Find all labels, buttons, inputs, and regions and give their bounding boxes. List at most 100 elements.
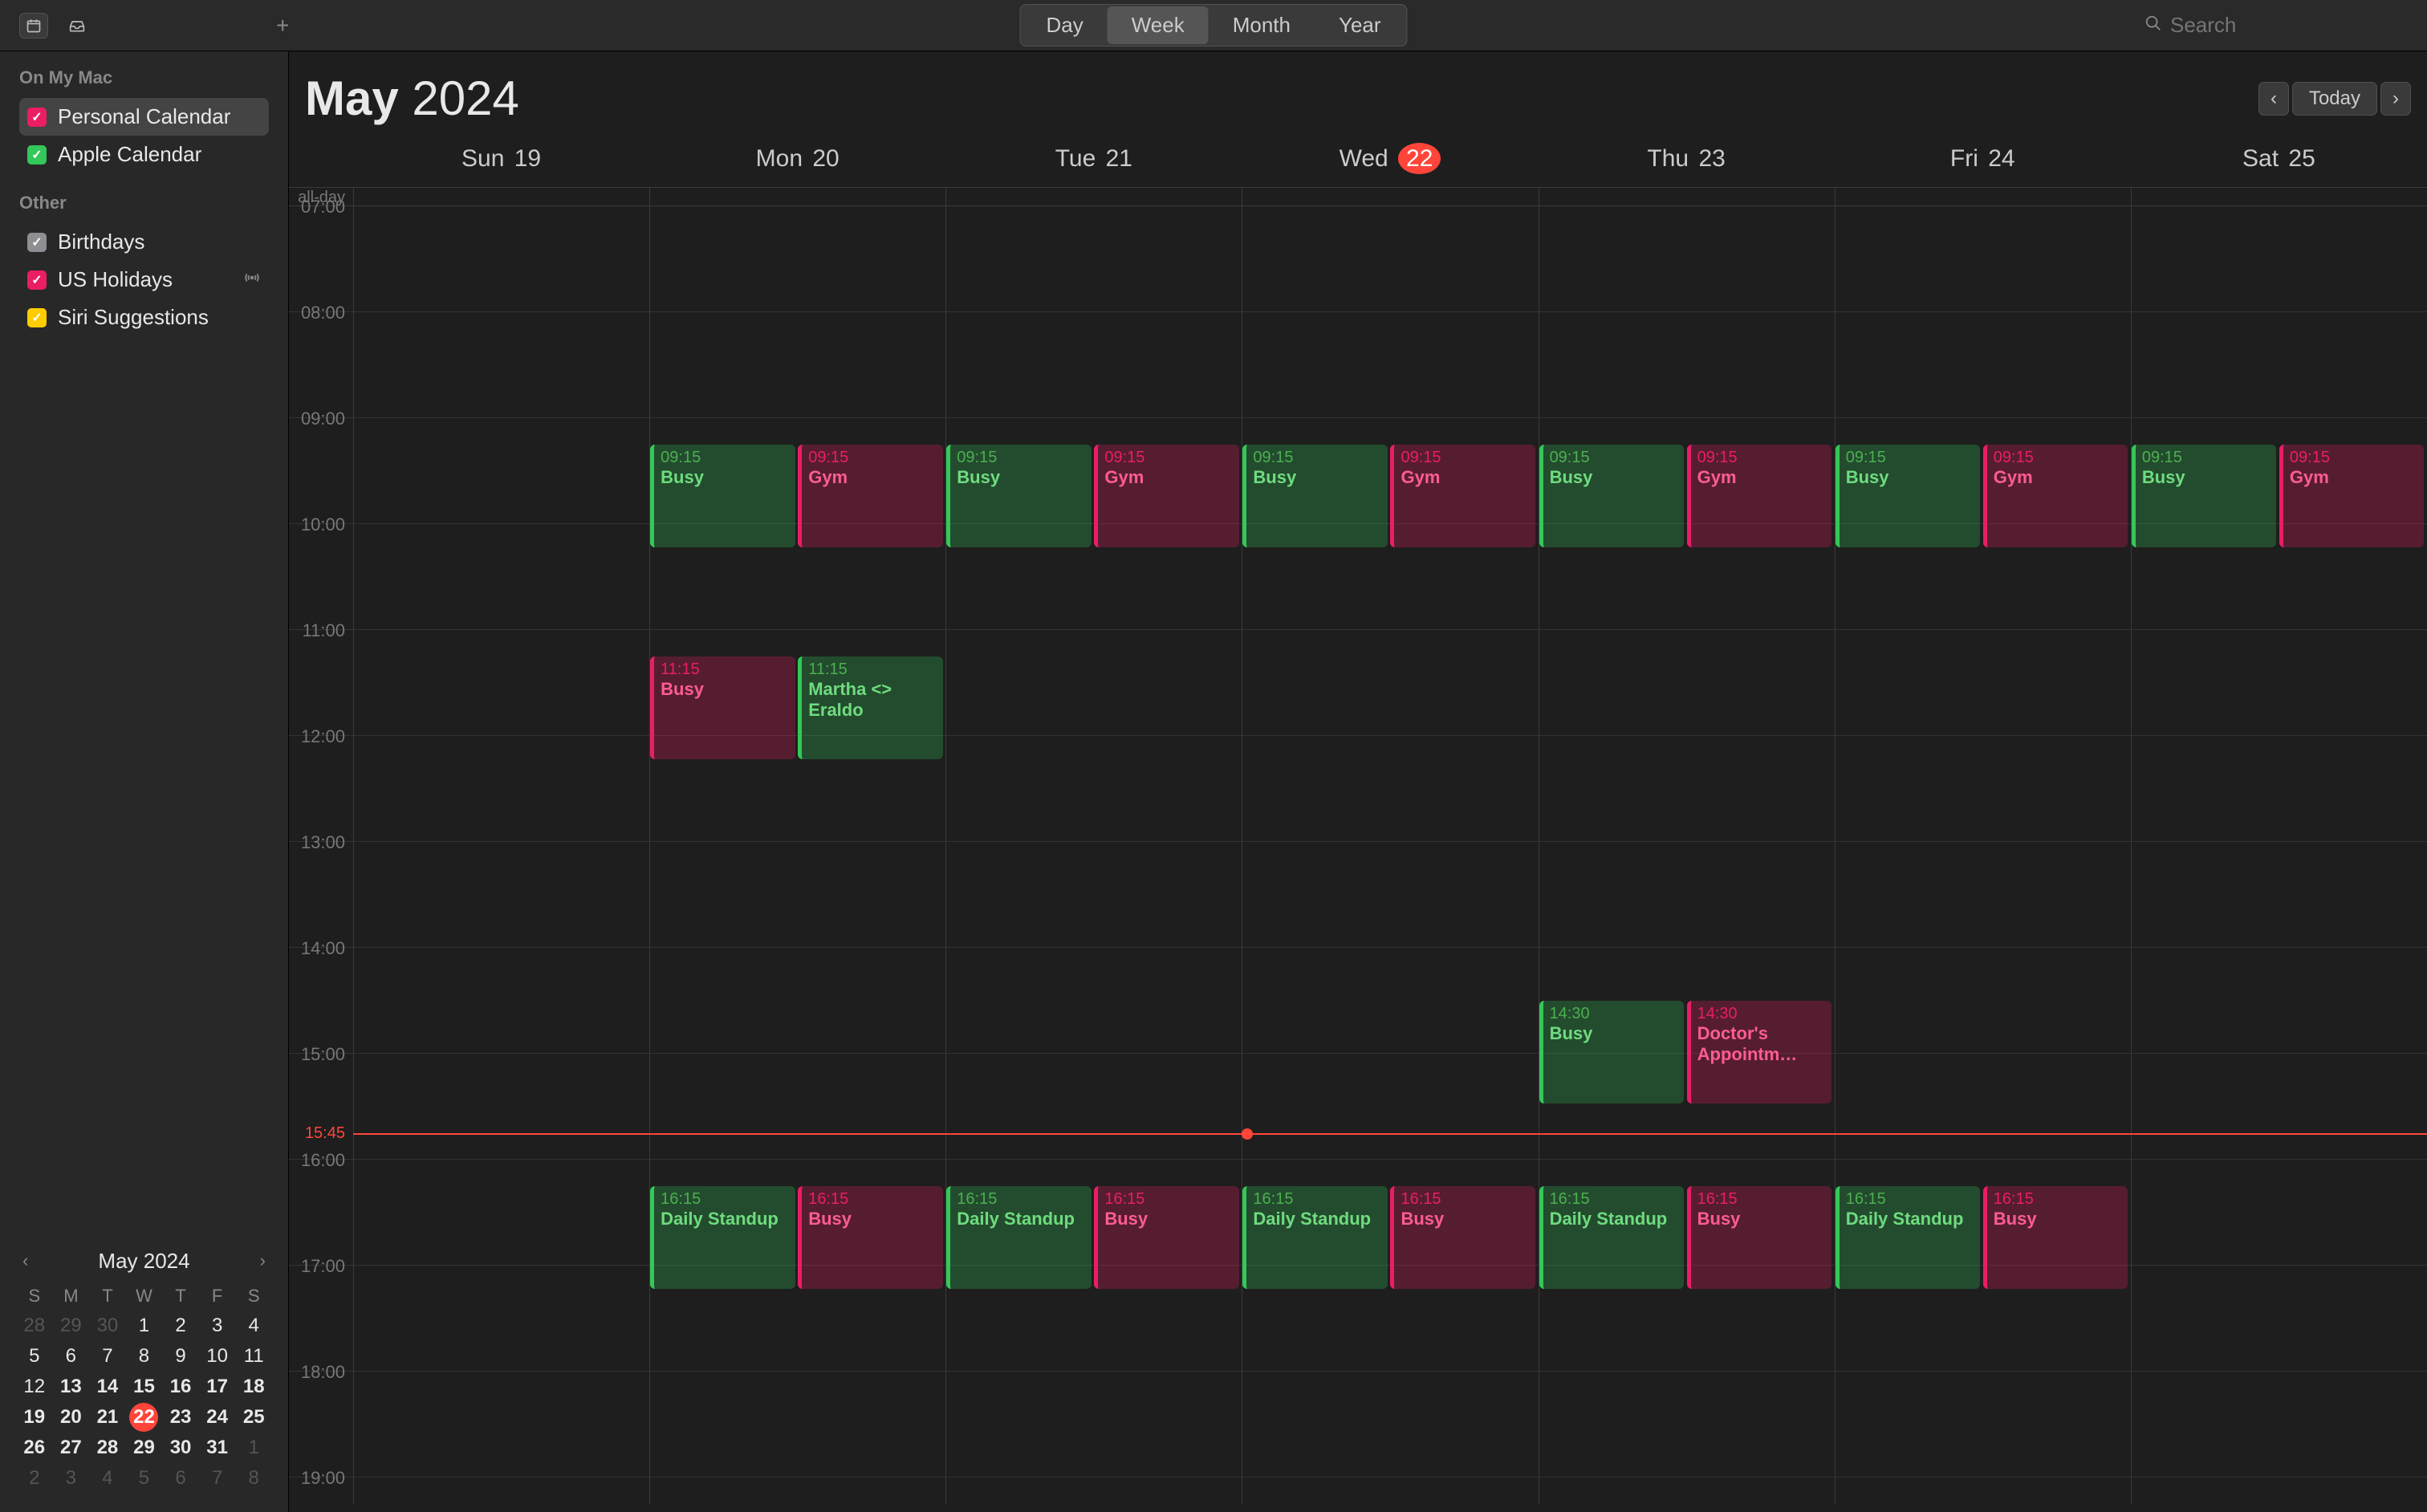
mini-cal-day[interactable]: 20 xyxy=(56,1403,85,1432)
event[interactable]: 16:15Busy xyxy=(1687,1186,1831,1289)
day-column[interactable]: 09:15Busy09:15Gym 16:15Daily Standup16:15… xyxy=(1242,206,1538,1505)
event[interactable]: 09:15Busy xyxy=(2132,445,2276,547)
day-header[interactable]: Tue 21 xyxy=(945,136,1242,187)
calendar-item-birthdays[interactable]: ✓ Birthdays xyxy=(19,223,269,261)
mini-cal-day[interactable]: 22 xyxy=(129,1403,158,1432)
calendar-item-apple[interactable]: ✓ Apple Calendar xyxy=(19,136,269,173)
day-header[interactable]: Sun 19 xyxy=(353,136,649,187)
mini-cal-day[interactable]: 12 xyxy=(20,1372,49,1401)
event[interactable]: 16:15Daily Standup xyxy=(1539,1186,1684,1289)
event[interactable]: 16:15Daily Standup xyxy=(946,1186,1091,1289)
event[interactable]: 09:15Gym xyxy=(1687,445,1831,547)
checkbox-icon[interactable]: ✓ xyxy=(27,233,47,252)
checkbox-icon[interactable]: ✓ xyxy=(27,270,47,290)
mini-cal-day[interactable]: 6 xyxy=(166,1464,195,1493)
mini-cal-day[interactable]: 29 xyxy=(129,1433,158,1462)
event[interactable]: 14:30Busy xyxy=(1539,1001,1684,1104)
mini-cal-day[interactable]: 2 xyxy=(166,1311,195,1340)
mini-cal-day[interactable]: 18 xyxy=(239,1372,268,1401)
event[interactable]: 16:15Busy xyxy=(1983,1186,2128,1289)
mini-cal-day[interactable]: 27 xyxy=(56,1433,85,1462)
checkbox-icon[interactable]: ✓ xyxy=(27,308,47,327)
event[interactable]: 09:15Busy xyxy=(650,445,795,547)
mini-cal-day[interactable]: 7 xyxy=(93,1342,122,1371)
event[interactable]: 09:15Gym xyxy=(798,445,942,547)
calendar-item-usholidays[interactable]: ✓ US Holidays xyxy=(19,261,269,299)
event[interactable]: 16:15Daily Standup xyxy=(650,1186,795,1289)
day-header[interactable]: Mon 20 xyxy=(649,136,945,187)
mini-cal-day[interactable]: 6 xyxy=(56,1342,85,1371)
mini-cal-day[interactable]: 21 xyxy=(93,1403,122,1432)
event[interactable]: 09:15Gym xyxy=(2279,445,2424,547)
day-column[interactable]: 09:15Busy09:15Gym14:30Busy14:30Doctor's … xyxy=(1539,206,1835,1505)
mini-cal-day[interactable]: 5 xyxy=(20,1342,49,1371)
search-input[interactable] xyxy=(2170,13,2411,38)
mini-cal-day[interactable]: 17 xyxy=(203,1372,232,1401)
checkbox-icon[interactable]: ✓ xyxy=(27,108,47,127)
mini-cal-day[interactable]: 13 xyxy=(56,1372,85,1401)
mini-cal-prev[interactable]: ‹ xyxy=(16,1247,35,1274)
event[interactable]: 11:15Martha <> Eraldo xyxy=(798,656,942,759)
mini-cal-day[interactable]: 8 xyxy=(239,1464,268,1493)
event[interactable]: 16:15Busy xyxy=(1094,1186,1238,1289)
event[interactable]: 16:15Busy xyxy=(1390,1186,1535,1289)
event[interactable]: 09:15Busy xyxy=(946,445,1091,547)
mini-cal-day[interactable]: 4 xyxy=(93,1464,122,1493)
event[interactable]: 16:15Busy xyxy=(798,1186,942,1289)
mini-cal-next[interactable]: › xyxy=(254,1247,272,1274)
mini-cal-day[interactable]: 24 xyxy=(203,1403,232,1432)
mini-cal-day[interactable]: 2 xyxy=(20,1464,49,1493)
view-week[interactable]: Week xyxy=(1108,6,1209,44)
event[interactable]: 11:15Busy xyxy=(650,656,795,759)
mini-cal-day[interactable]: 3 xyxy=(56,1464,85,1493)
mini-cal-day[interactable]: 11 xyxy=(239,1342,268,1371)
add-event-button[interactable]: + xyxy=(276,13,289,39)
event[interactable]: 14:30Doctor's Appointm… xyxy=(1687,1001,1831,1104)
event[interactable]: 09:15Gym xyxy=(1094,445,1238,547)
calendars-button[interactable] xyxy=(19,13,48,39)
prev-week-button[interactable]: ‹ xyxy=(2258,82,2289,116)
mini-cal-day[interactable]: 9 xyxy=(166,1342,195,1371)
calendar-item-siri[interactable]: ✓ Siri Suggestions xyxy=(19,299,269,336)
inbox-button[interactable] xyxy=(63,13,91,39)
view-year[interactable]: Year xyxy=(1315,6,1405,44)
mini-cal-day[interactable]: 4 xyxy=(239,1311,268,1340)
day-header[interactable]: Fri 24 xyxy=(1835,136,2131,187)
view-day[interactable]: Day xyxy=(1022,6,1107,44)
mini-cal-day[interactable]: 28 xyxy=(20,1311,49,1340)
mini-cal-day[interactable]: 10 xyxy=(203,1342,232,1371)
day-column[interactable]: 09:15Busy09:15Gym xyxy=(2131,206,2427,1505)
day-column[interactable]: 09:15Busy09:15Gym16:15Daily Standup16:15… xyxy=(1835,206,2131,1505)
day-column[interactable]: 09:15Busy09:15Gym 11:15Busy11:15Martha <>… xyxy=(649,206,945,1505)
event[interactable]: 09:15Gym xyxy=(1983,445,2128,547)
day-header[interactable]: Thu 23 xyxy=(1539,136,1835,187)
search-field[interactable] xyxy=(2144,13,2411,38)
event[interactable]: 09:15Busy xyxy=(1835,445,1980,547)
mini-cal-day[interactable]: 26 xyxy=(20,1433,49,1462)
mini-cal-day[interactable]: 5 xyxy=(129,1464,158,1493)
mini-cal-day[interactable]: 15 xyxy=(129,1372,158,1401)
event[interactable]: 09:15Gym xyxy=(1390,445,1535,547)
calendar-item-personal[interactable]: ✓ Personal Calendar xyxy=(19,98,269,136)
checkbox-icon[interactable]: ✓ xyxy=(27,145,47,165)
mini-cal-day[interactable]: 25 xyxy=(239,1403,268,1432)
event[interactable]: 16:15Daily Standup xyxy=(1242,1186,1387,1289)
day-header[interactable]: Sat 25 xyxy=(2131,136,2427,187)
mini-cal-day[interactable]: 3 xyxy=(203,1311,232,1340)
mini-cal-day[interactable]: 30 xyxy=(93,1311,122,1340)
today-button[interactable]: Today xyxy=(2292,82,2377,116)
mini-cal-day[interactable]: 29 xyxy=(56,1311,85,1340)
next-week-button[interactable]: › xyxy=(2380,82,2411,116)
mini-cal-day[interactable]: 31 xyxy=(203,1433,232,1462)
mini-cal-day[interactable]: 8 xyxy=(129,1342,158,1371)
event[interactable]: 09:15Busy xyxy=(1242,445,1387,547)
view-month[interactable]: Month xyxy=(1209,6,1315,44)
mini-cal-day[interactable]: 1 xyxy=(239,1433,268,1462)
day-header[interactable]: Wed 22 xyxy=(1242,136,1538,187)
mini-cal-day[interactable]: 30 xyxy=(166,1433,195,1462)
mini-cal-day[interactable]: 1 xyxy=(129,1311,158,1340)
mini-cal-day[interactable]: 14 xyxy=(93,1372,122,1401)
mini-cal-day[interactable]: 23 xyxy=(166,1403,195,1432)
mini-cal-day[interactable]: 28 xyxy=(93,1433,122,1462)
mini-cal-day[interactable]: 19 xyxy=(20,1403,49,1432)
